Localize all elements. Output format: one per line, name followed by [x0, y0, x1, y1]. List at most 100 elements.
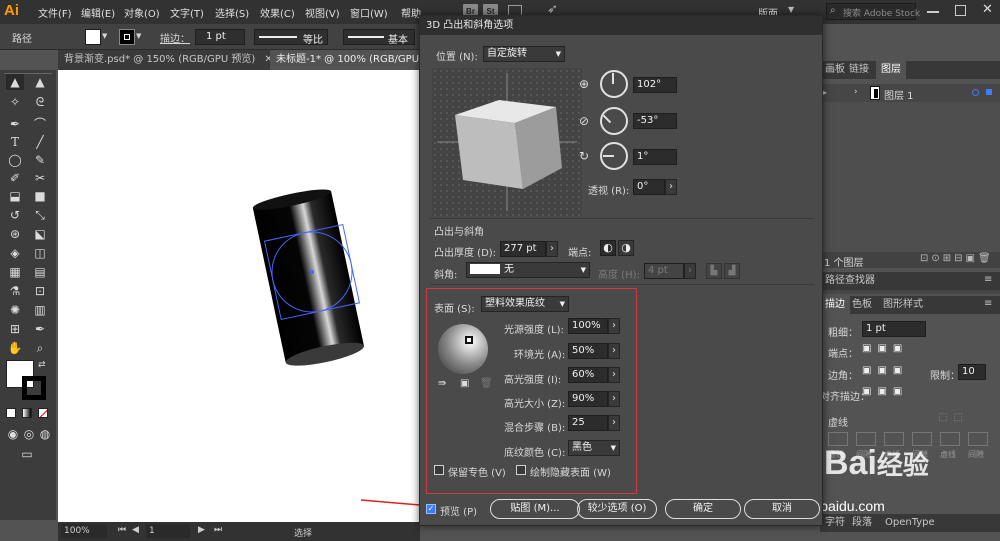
- shape-builder-tool-icon[interactable]: ◈: [6, 245, 24, 261]
- tab-stroke[interactable]: 描边: [820, 296, 850, 314]
- cancel-button[interactable]: 取消: [744, 499, 820, 519]
- eyedropper-tool-icon[interactable]: ⚗: [6, 283, 24, 299]
- corner-buttons[interactable]: ▣▣▣: [862, 365, 918, 379]
- eye-icon[interactable]: ▸: [823, 88, 827, 97]
- light-source-handle[interactable]: [465, 336, 473, 344]
- blend-steps-arrow-icon[interactable]: ›: [608, 415, 620, 431]
- stroke-swatch[interactable]: [119, 29, 135, 45]
- layer-row[interactable]: ▸ › 图层 1: [820, 84, 1000, 102]
- minimize-icon[interactable]: [927, 11, 939, 13]
- hand-tool-icon[interactable]: ✋: [6, 340, 24, 356]
- tab-opentype[interactable]: OpenType: [880, 514, 940, 532]
- tab-graphic-styles[interactable]: 图形样式: [878, 296, 928, 314]
- light-intensity-arrow-icon[interactable]: ›: [608, 318, 620, 334]
- line-tool-icon[interactable]: ╱: [31, 134, 49, 150]
- cap-buttons[interactable]: ▣▣▣: [862, 343, 918, 357]
- bevel-height-field[interactable]: 4 pt: [644, 263, 684, 279]
- highlight-intensity-field[interactable]: 60%: [568, 367, 608, 383]
- tab-layers[interactable]: 图层: [876, 61, 906, 79]
- menu-effect[interactable]: 效果(C): [260, 5, 295, 20]
- rotation-cube[interactable]: [432, 68, 582, 216]
- delete-light-icon[interactable]: 🗑: [480, 378, 493, 389]
- scissors-tool-icon[interactable]: ✂: [31, 170, 49, 186]
- stroke-label[interactable]: 描边：: [160, 30, 190, 45]
- tab-document-1[interactable]: 背景渐变.psd* @ 150% (RGB/GPU 预览) ✕: [58, 50, 270, 70]
- cap-off-icon[interactable]: ◑: [618, 240, 634, 256]
- map-art-button[interactable]: 贴图 (M)...: [490, 499, 580, 519]
- free-transform-tool-icon[interactable]: ⬕: [31, 226, 49, 242]
- scale-tool-icon[interactable]: ⤡: [31, 207, 49, 223]
- maximize-icon[interactable]: [955, 5, 966, 16]
- stroke-weight-field[interactable]: 1 pt: [195, 29, 245, 45]
- blend-steps-field[interactable]: 25: [568, 415, 608, 431]
- highlight-intensity-arrow-icon[interactable]: ›: [608, 367, 620, 383]
- align-stroke-buttons[interactable]: ▣▣▣: [862, 386, 918, 400]
- move-light-back-icon[interactable]: ⇛: [438, 378, 446, 389]
- warp-tool-icon[interactable]: ⊛: [6, 226, 24, 242]
- fill-swatch[interactable]: [85, 29, 101, 45]
- slice-tool-icon[interactable]: ✒: [31, 321, 49, 337]
- menu-window[interactable]: 窗口(W): [350, 5, 388, 20]
- target-icon[interactable]: [972, 89, 979, 96]
- bevel-in-icon[interactable]: ▟: [724, 263, 740, 279]
- magic-wand-tool-icon[interactable]: ✧: [6, 94, 24, 110]
- pen-tool-icon[interactable]: ✒: [6, 116, 24, 132]
- symbol-tool-icon[interactable]: ■: [31, 188, 49, 204]
- zoom-tool-icon[interactable]: ⌕: [31, 340, 49, 356]
- graph-tool-icon[interactable]: ▥: [31, 302, 49, 318]
- lasso-tool-icon[interactable]: ᘓ: [31, 94, 49, 110]
- artboard-canvas[interactable]: [58, 70, 420, 522]
- panel-menu-icon[interactable]: ≡: [984, 274, 992, 285]
- brush-definition[interactable]: 基本: [343, 29, 415, 46]
- chevron-down-icon[interactable]: ▼: [788, 5, 794, 14]
- fewer-options-button[interactable]: 较少选项 (O): [577, 499, 657, 519]
- ok-button[interactable]: 确定: [665, 499, 741, 519]
- tab-character[interactable]: 字符: [820, 514, 850, 532]
- y-rotation-field[interactable]: -53°: [633, 113, 677, 129]
- x-rotation-dial[interactable]: [600, 70, 628, 98]
- selection-tool-icon[interactable]: ▲: [6, 74, 24, 90]
- next-artboard-icon[interactable]: ▶: [198, 525, 205, 535]
- menu-view[interactable]: 视图(V): [305, 5, 340, 20]
- surface-dropdown[interactable]: 塑料效果底纹 ▼: [481, 296, 569, 312]
- prev-artboard-icon[interactable]: ◀: [132, 525, 139, 535]
- chevron-down-icon[interactable]: ▼: [102, 32, 107, 40]
- type-tool-icon[interactable]: T: [6, 134, 24, 150]
- direct-selection-tool-icon[interactable]: ▲: [31, 74, 49, 90]
- menu-edit[interactable]: 编辑(E): [81, 5, 115, 20]
- rotation-cube-track[interactable]: [432, 68, 582, 216]
- draw-hidden-faces-checkbox[interactable]: [516, 465, 526, 475]
- z-rotation-field[interactable]: 1°: [633, 149, 677, 165]
- extrude-depth-field[interactable]: 277 pt: [500, 241, 546, 257]
- cap-on-icon[interactable]: ◐: [600, 240, 616, 256]
- symbol-sprayer-tool-icon[interactable]: ✺: [6, 302, 24, 318]
- first-artboard-icon[interactable]: ⏮: [118, 525, 126, 535]
- menu-type[interactable]: 文字(T): [170, 5, 204, 20]
- tab-links[interactable]: 链接: [844, 61, 874, 79]
- bevel-dropdown[interactable]: 无 ▼: [466, 262, 590, 278]
- shaper-tool-icon[interactable]: ✐: [6, 170, 24, 186]
- swap-colors-icon[interactable]: ⇄: [38, 360, 46, 370]
- ambient-light-field[interactable]: 50%: [568, 343, 608, 359]
- stock-search-field[interactable]: ⌕ 搜索 Adobe Stock: [826, 3, 920, 20]
- z-rotation-dial[interactable]: [600, 142, 628, 170]
- menu-select[interactable]: 选择(S): [215, 5, 249, 20]
- gradient-tool-icon[interactable]: ▤: [31, 264, 49, 280]
- menu-help[interactable]: 帮助(H): [401, 5, 421, 20]
- ambient-light-arrow-icon[interactable]: ›: [608, 343, 620, 359]
- mesh-tool-icon[interactable]: ▦: [6, 264, 24, 280]
- zoom-level-field[interactable]: 100%: [61, 524, 107, 538]
- perspective-arrow-icon[interactable]: ›: [665, 179, 677, 195]
- ellipse-tool-icon[interactable]: ◯: [6, 152, 24, 168]
- paintbrush-tool-icon[interactable]: ✎: [31, 152, 49, 168]
- chevron-down-icon[interactable]: ▼: [136, 32, 141, 40]
- tab-document-2[interactable]: 未标题-1* @ 100% (RGB/GPU 预: [270, 50, 420, 70]
- lighting-sphere[interactable]: [438, 324, 488, 374]
- cylinder-artwork[interactable]: [58, 70, 420, 522]
- shading-color-dropdown[interactable]: 黑色 ▼: [568, 440, 620, 456]
- tab-pathfinder[interactable]: 路径查找器: [820, 272, 880, 290]
- menu-object[interactable]: 对象(O): [124, 5, 160, 20]
- y-rotation-dial[interactable]: [600, 107, 628, 135]
- weight-field[interactable]: 1 pt: [862, 321, 926, 337]
- extrude-depth-arrow-icon[interactable]: ›: [546, 241, 558, 257]
